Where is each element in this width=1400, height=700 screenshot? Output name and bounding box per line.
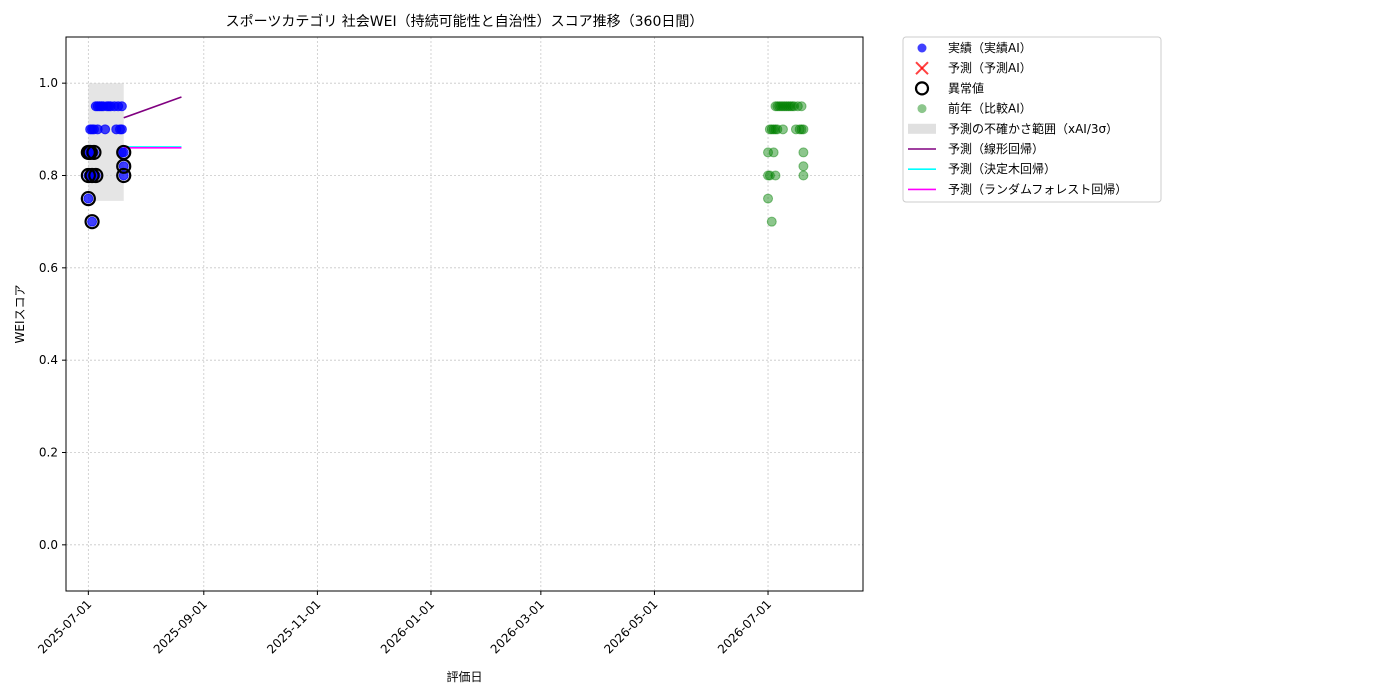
y-tick-label: 0.4 xyxy=(39,353,58,367)
y-tick-label: 0.6 xyxy=(39,261,58,275)
legend-label: 実績（実績AI） xyxy=(948,40,1032,55)
legend-label: 予測（線形回帰） xyxy=(948,141,1044,156)
y-tick-label: 0.8 xyxy=(39,169,58,183)
data-point xyxy=(766,216,777,227)
data-point xyxy=(798,161,809,172)
x-tick-label: 2026-01-01 xyxy=(378,597,437,656)
data-point xyxy=(770,170,781,181)
x-tick-label: 2025-11-01 xyxy=(264,597,323,656)
y-axis-label: WEIスコア xyxy=(13,285,27,344)
y-axis-ticks: 0.0 0.2 0.4 0.6 0.8 1.0 xyxy=(39,76,66,552)
legend-marker xyxy=(917,104,927,114)
data-point xyxy=(116,101,127,112)
legend-label: 異常値 xyxy=(948,80,984,95)
x-axis-ticks: 2025-07-01 2025-09-01 2025-11-01 2026-01-01… xyxy=(35,591,774,656)
data-point xyxy=(798,147,809,158)
legend-label: 予測（予測AI） xyxy=(948,61,1032,75)
data-point xyxy=(83,193,94,204)
data-point xyxy=(116,124,127,135)
legend-label: 前年（比較AI） xyxy=(948,101,1032,116)
legend-label: 予測（ランダムフォレスト回帰） xyxy=(948,181,1127,196)
legend: 実績（実績AI） 予測（予測AI） 異常値前年（比較AI） 予測の不確かさ範囲（xAI… xyxy=(902,36,1162,203)
uncertainty-band xyxy=(88,83,124,201)
uncertainty-band-group xyxy=(88,83,124,201)
x-tick-label: 2025-09-01 xyxy=(151,597,210,656)
data-point xyxy=(100,124,111,135)
x-tick-label: 2026-05-01 xyxy=(601,597,660,656)
data-point xyxy=(118,147,129,158)
data-point xyxy=(796,101,807,112)
grid-lines xyxy=(66,37,863,591)
chart-title: スポーツカテゴリ 社会WEI（持続可能性と自治性）スコア推移（360日間） xyxy=(226,13,704,30)
chart-figure: スポーツカテゴリ 社会WEI（持続可能性と自治性）スコア推移（360日間） 20… xyxy=(13,13,1162,684)
legend-marker xyxy=(917,43,927,53)
data-point xyxy=(798,170,809,181)
x-tick-label: 2025-07-01 xyxy=(35,597,94,656)
data-point xyxy=(763,193,774,204)
data-point xyxy=(768,147,779,158)
regression-line xyxy=(123,96,182,119)
data-points xyxy=(80,101,809,230)
legend-marker xyxy=(908,123,936,134)
regression-lines xyxy=(123,96,182,149)
legend-label: 予測（決定木回帰） xyxy=(948,161,1056,176)
y-tick-label: 0.0 xyxy=(39,538,58,552)
x-tick-label: 2026-03-01 xyxy=(488,597,547,656)
y-tick-label: 0.2 xyxy=(39,446,58,460)
data-point xyxy=(87,216,98,227)
data-point xyxy=(798,124,809,135)
x-axis-label: 評価日 xyxy=(446,669,482,684)
y-tick-label: 1.0 xyxy=(39,76,58,90)
legend-frame xyxy=(902,36,1162,203)
data-point xyxy=(777,124,788,135)
x-tick-label: 2026-07-01 xyxy=(715,597,774,656)
plot-frame xyxy=(65,36,864,592)
legend-label: 予測の不確かさ範囲（xAI/3σ） xyxy=(948,121,1118,136)
